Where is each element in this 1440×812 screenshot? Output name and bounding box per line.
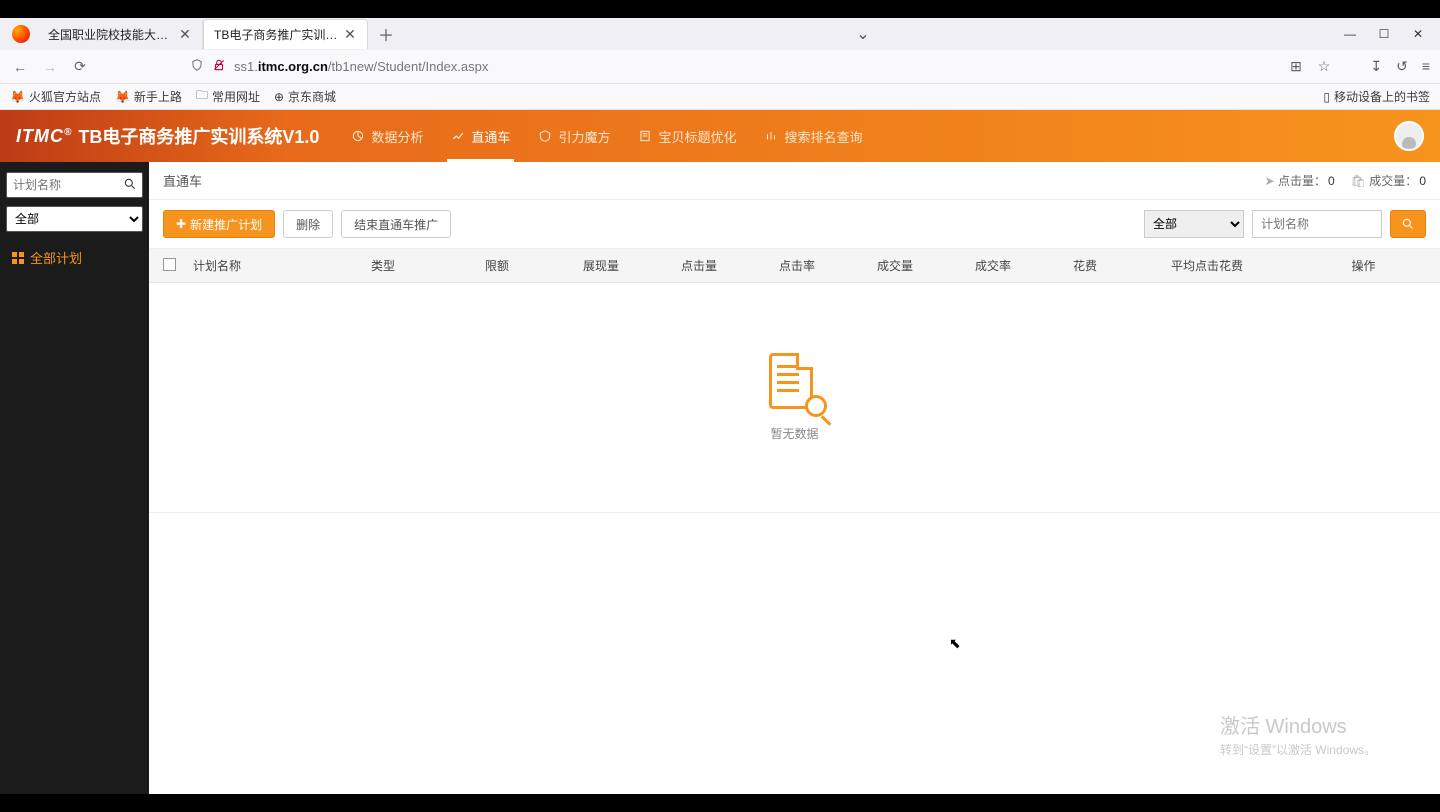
nav-ylmf[interactable]: 引力魔方 — [524, 110, 624, 162]
app-header: ITMC® TB电子商务推广实训系统V1.0 数据分析 直通车 引力魔方 宝贝标… — [0, 110, 1440, 162]
bookmark-common[interactable]: 🗀常用网址 — [196, 86, 260, 107]
end-button[interactable]: 结束直通车推广 — [341, 210, 451, 238]
avatar[interactable] — [1394, 121, 1424, 151]
th-click: 点击量 — [681, 257, 779, 274]
blank-area: ⬉ 激活 Windows 转到“设置”以激活 Windows。 — [149, 513, 1440, 794]
th-ctr: 点击率 — [779, 257, 877, 274]
toolbar-search-button[interactable] — [1390, 210, 1426, 238]
browser-chrome: 全国职业院校技能大赛中职组电子商 ✕ TB电子商务推广实训系统V1.0 ✕ ＋ … — [0, 18, 1440, 110]
lock-warning-icon[interactable] — [212, 58, 226, 75]
th-deal: 成交量 — [877, 257, 975, 274]
url-bar-row: ← → ⟳ ss1.itmc.org.cn/tb1new/Student/Ind… — [0, 50, 1440, 84]
minimize-icon[interactable]: — — [1344, 27, 1356, 41]
account-icon[interactable]: ↺ — [1396, 58, 1408, 75]
tab-title: TB电子商务推广实训系统V1.0 — [214, 26, 339, 43]
tab-1[interactable]: 全国职业院校技能大赛中职组电子商 ✕ — [38, 19, 203, 49]
bookmark-newbie[interactable]: 🦊新手上路 — [115, 88, 182, 105]
breadcrumb-row: 直通车 ➤ 点击量：0 🛍 成交量：0 — [149, 162, 1440, 200]
bookmarks-bar: 🦊火狐官方站点 🦊新手上路 🗀常用网址 ⊕京东商城 ▯移动设备上的书签 — [0, 84, 1440, 110]
window-titlebar — [0, 0, 1440, 18]
th-limit: 限额 — [485, 257, 583, 274]
toolbar-right-icons: ↧ ↺ ≡ — [1370, 58, 1430, 75]
nav-data-analysis[interactable]: 数据分析 — [337, 110, 437, 162]
th-show: 展现量 — [583, 257, 681, 274]
sidebar-item-all-plans[interactable]: 全部计划 — [6, 238, 143, 277]
window-bottombar — [0, 794, 1440, 812]
th-checkbox[interactable] — [163, 258, 193, 274]
toolbar-search-input[interactable] — [1252, 210, 1382, 238]
toolbar: ✚ 新建推广计划 删除 结束直通车推广 全部 — [149, 200, 1440, 249]
content-area: 全部 全部计划 直通车 ➤ 点击量：0 🛍 成交量：0 ✚ — [0, 162, 1440, 794]
stat-deals: 🛍 成交量：0 — [1351, 172, 1426, 189]
reload-icon[interactable]: ⟳ — [70, 58, 90, 75]
toolbar-filter-select[interactable]: 全部 — [1144, 210, 1244, 238]
nav-ztc[interactable]: 直通车 — [437, 110, 524, 162]
sidebar: 全部 全部计划 — [0, 162, 149, 794]
empty-text: 暂无数据 — [770, 425, 818, 442]
new-plan-button[interactable]: ✚ 新建推广计划 — [163, 210, 275, 238]
empty-state: 暂无数据 — [149, 283, 1440, 513]
window-controls: — ☐ ✕ — [1344, 27, 1436, 41]
back-icon[interactable]: ← — [10, 59, 30, 75]
bag-icon: 🛍 — [1351, 174, 1366, 188]
th-avg: 平均点击花费 — [1171, 257, 1301, 274]
nav-title-opt[interactable]: 宝贝标题优化 — [624, 110, 750, 162]
firefox-logo-icon — [12, 25, 30, 43]
app-logo: ITMC® — [16, 126, 72, 147]
breadcrumb: 直通车 — [163, 171, 202, 190]
crumb-stats: ➤ 点击量：0 🛍 成交量：0 — [1265, 172, 1426, 189]
folder-icon: 🦊 — [10, 90, 25, 104]
windows-watermark: 激活 Windows 转到“设置”以激活 Windows。 — [1220, 710, 1376, 758]
menu-icon[interactable]: ≡ — [1422, 58, 1430, 75]
urlbar-right-icons: ⊞ ☆ — [1290, 58, 1330, 75]
table-header: 计划名称 类型 限额 展现量 点击量 点击率 成交量 成交率 花费 平均点击花费… — [149, 249, 1440, 283]
forward-icon[interactable]: → — [40, 59, 60, 75]
extension-icon[interactable]: ↧ — [1370, 58, 1382, 75]
tab-2[interactable]: TB电子商务推广实训系统V1.0 ✕ — [203, 19, 368, 49]
bookmark-mobile[interactable]: ▯移动设备上的书签 — [1323, 88, 1430, 105]
top-nav: 数据分析 直通车 引力魔方 宝贝标题优化 搜索排名查询 — [337, 110, 876, 162]
sidebar-item-label: 全部计划 — [30, 248, 82, 267]
th-type: 类型 — [371, 257, 485, 274]
app-title: TB电子商务推广实训系统V1.0 — [78, 123, 319, 149]
plus-icon: ✚ — [176, 217, 186, 231]
star-icon[interactable]: ☆ — [1318, 58, 1331, 75]
grid-icon — [12, 252, 24, 264]
url-text: ss1.itmc.org.cn/tb1new/Student/Index.asp… — [234, 59, 488, 74]
shield-icon[interactable] — [190, 58, 204, 75]
th-dealr: 成交率 — [975, 257, 1073, 274]
toolbar-right: 全部 — [1144, 210, 1426, 238]
folder-icon: 🗀 — [196, 86, 208, 107]
sidebar-filter-select[interactable]: 全部 — [6, 206, 143, 232]
main-panel: 直通车 ➤ 点击量：0 🛍 成交量：0 ✚ 新建推广计划 删除 结束直通车推广 — [149, 162, 1440, 794]
url-bar[interactable]: ss1.itmc.org.cn/tb1new/Student/Index.asp… — [190, 58, 488, 75]
bookmark-jd[interactable]: ⊕京东商城 — [274, 88, 336, 105]
qr-icon[interactable]: ⊞ — [1290, 58, 1302, 75]
close-window-icon[interactable]: ✕ — [1412, 27, 1424, 41]
chevron-down-icon[interactable]: ⌄ — [856, 24, 869, 44]
tab-title: 全国职业院校技能大赛中职组电子商 — [48, 26, 174, 43]
cursor-icon: ➤ — [1265, 174, 1275, 188]
stat-clicks: ➤ 点击量：0 — [1265, 172, 1335, 189]
folder-icon: 🦊 — [115, 90, 130, 104]
th-name: 计划名称 — [193, 257, 371, 274]
close-icon[interactable]: ✕ — [343, 28, 357, 42]
maximize-icon[interactable]: ☐ — [1378, 27, 1390, 41]
mouse-cursor-icon: ⬉ — [949, 635, 961, 652]
tab-strip: 全国职业院校技能大赛中职组电子商 ✕ TB电子商务推广实训系统V1.0 ✕ ＋ … — [0, 18, 1440, 50]
sidebar-search — [6, 172, 143, 198]
empty-doc-icon — [763, 353, 827, 417]
device-icon: ▯ — [1323, 90, 1330, 104]
delete-button[interactable]: 删除 — [283, 210, 333, 238]
bookmark-firefox[interactable]: 🦊火狐官方站点 — [10, 88, 101, 105]
th-cost: 花费 — [1073, 257, 1171, 274]
search-icon[interactable] — [123, 177, 137, 194]
new-tab-button[interactable]: ＋ — [372, 20, 400, 48]
th-op: 操作 — [1301, 257, 1426, 274]
globe-icon: ⊕ — [274, 90, 284, 104]
nav-search-rank[interactable]: 搜索排名查询 — [750, 110, 876, 162]
close-icon[interactable]: ✕ — [178, 27, 192, 41]
